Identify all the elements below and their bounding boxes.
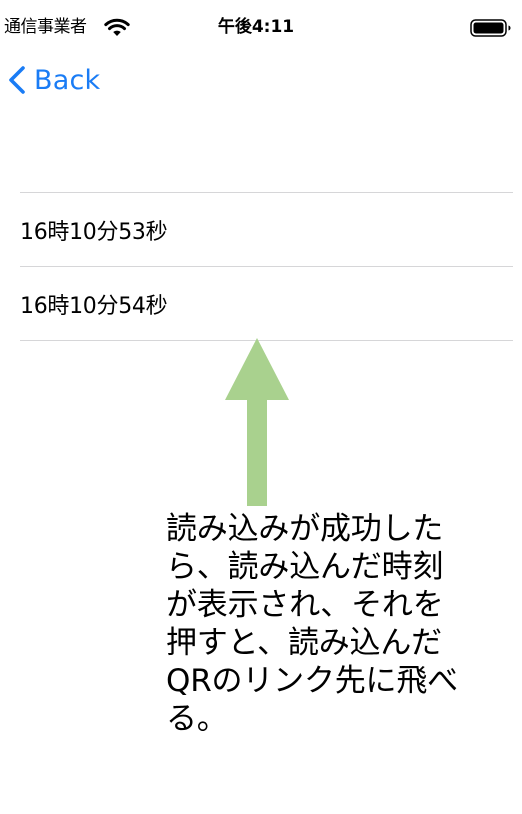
scan-history-list: 16時10分53秒 16時10分54秒 [20, 192, 513, 341]
list-item-label: 16時10分54秒 [20, 293, 168, 319]
annotation-text: 読み込みが成功したら、読み込んだ時刻が表示され、それを押すと、読み込んだQRのリ… [166, 511, 458, 737]
battery-icon [470, 19, 511, 37]
status-bar: 通信事業者 午後4:11 [0, 0, 522, 56]
list-item-label: 16時10分53秒 [20, 219, 168, 245]
up-arrow-icon [225, 338, 289, 506]
chevron-left-icon [9, 66, 25, 94]
list-item[interactable]: 16時10分54秒 [20, 267, 513, 341]
status-time: 午後4:11 [217, 17, 295, 37]
back-button[interactable]: Back [8, 60, 100, 100]
list-item[interactable]: 16時10分53秒 [20, 193, 513, 267]
back-label: Back [34, 64, 101, 96]
